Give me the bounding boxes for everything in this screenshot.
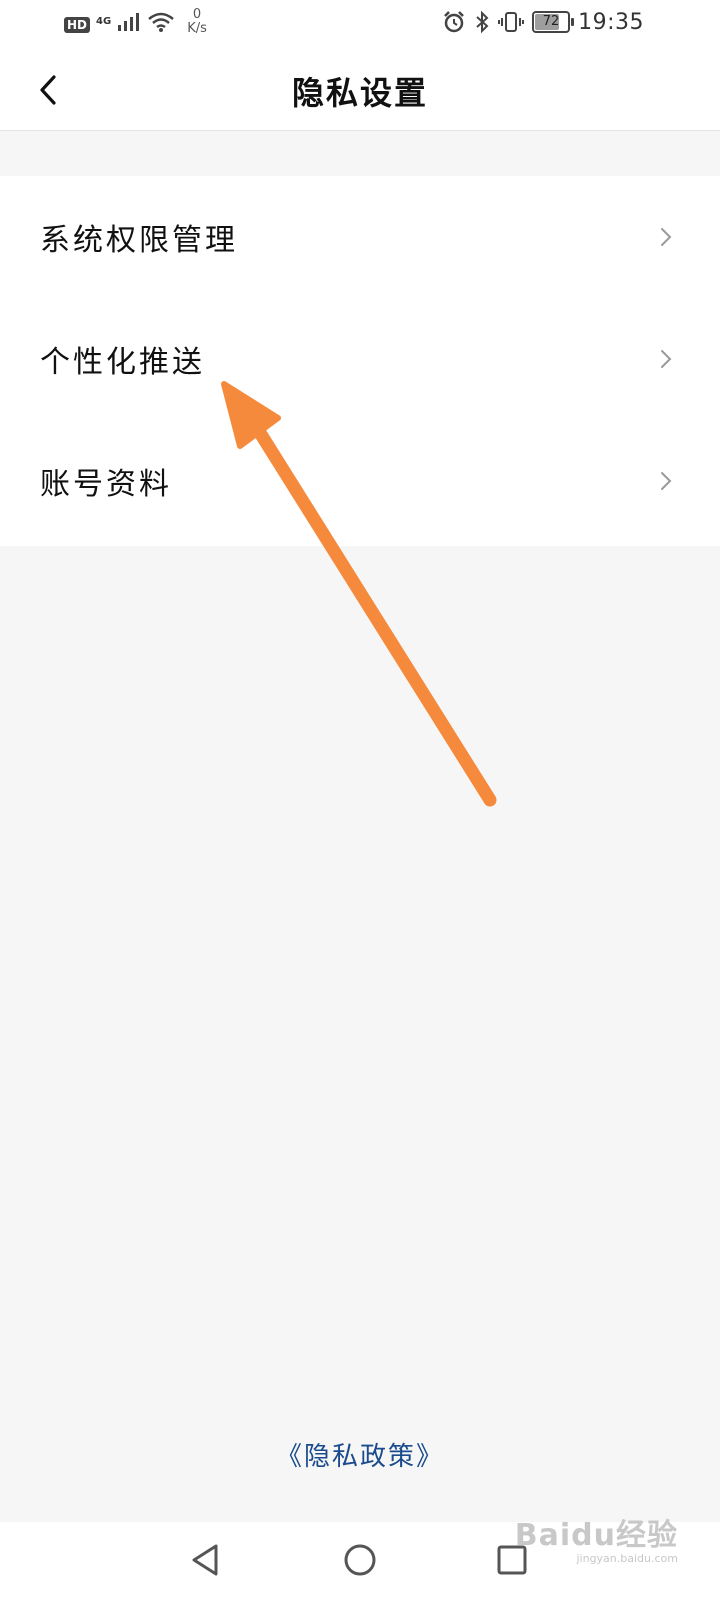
menu-item-account-info[interactable]: 账号资料: [0, 420, 720, 542]
home-circle-icon: [344, 1544, 376, 1576]
status-bar: HD 4G 0 K/s 72 19:35: [0, 0, 720, 48]
vibrate-icon: [498, 12, 524, 32]
bluetooth-icon: [476, 10, 489, 34]
speed-unit: K/s: [187, 21, 207, 36]
battery-icon: 72: [532, 11, 574, 33]
privacy-policy-link[interactable]: 《隐私政策》: [0, 1436, 720, 1473]
baidu-watermark: Baidu经验 jingyan.baidu.com: [515, 1510, 678, 1565]
speed-value: 0: [192, 7, 202, 22]
status-left-group: HD 4G 0 K/s: [64, 8, 207, 36]
battery-level: 72: [542, 14, 560, 29]
nav-back-button[interactable]: [186, 1540, 226, 1580]
page-title: 隐私设置: [291, 74, 428, 112]
hd-badge: HD: [64, 17, 91, 33]
menu-item-system-permissions[interactable]: 系统权限管理: [0, 176, 720, 298]
menu-item-label: 账号资料: [40, 467, 172, 502]
wifi-icon: [148, 12, 174, 32]
chevron-right-icon: [661, 472, 672, 490]
chevron-right-icon: [661, 228, 672, 246]
status-right-icons: 72: [442, 10, 574, 34]
nav-home-button[interactable]: [340, 1540, 380, 1580]
chevron-right-icon: [661, 350, 672, 368]
signal-icon: [118, 13, 140, 31]
watermark-title: Baidu经验: [514, 1518, 678, 1553]
clock: 19:35: [578, 10, 644, 35]
app-header: 隐私设置: [0, 48, 720, 131]
network-type: 4G: [96, 15, 112, 27]
back-triangle-icon: [192, 1544, 218, 1576]
menu-item-personalized-push[interactable]: 个性化推送: [0, 298, 720, 420]
network-speed: 0 K/s: [187, 8, 207, 36]
alarm-icon: [444, 11, 464, 33]
menu-item-label: 系统权限管理: [40, 223, 238, 258]
menu-item-label: 个性化推送: [40, 345, 205, 380]
settings-menu: 系统权限管理 个性化推送 账号资料: [0, 176, 720, 546]
